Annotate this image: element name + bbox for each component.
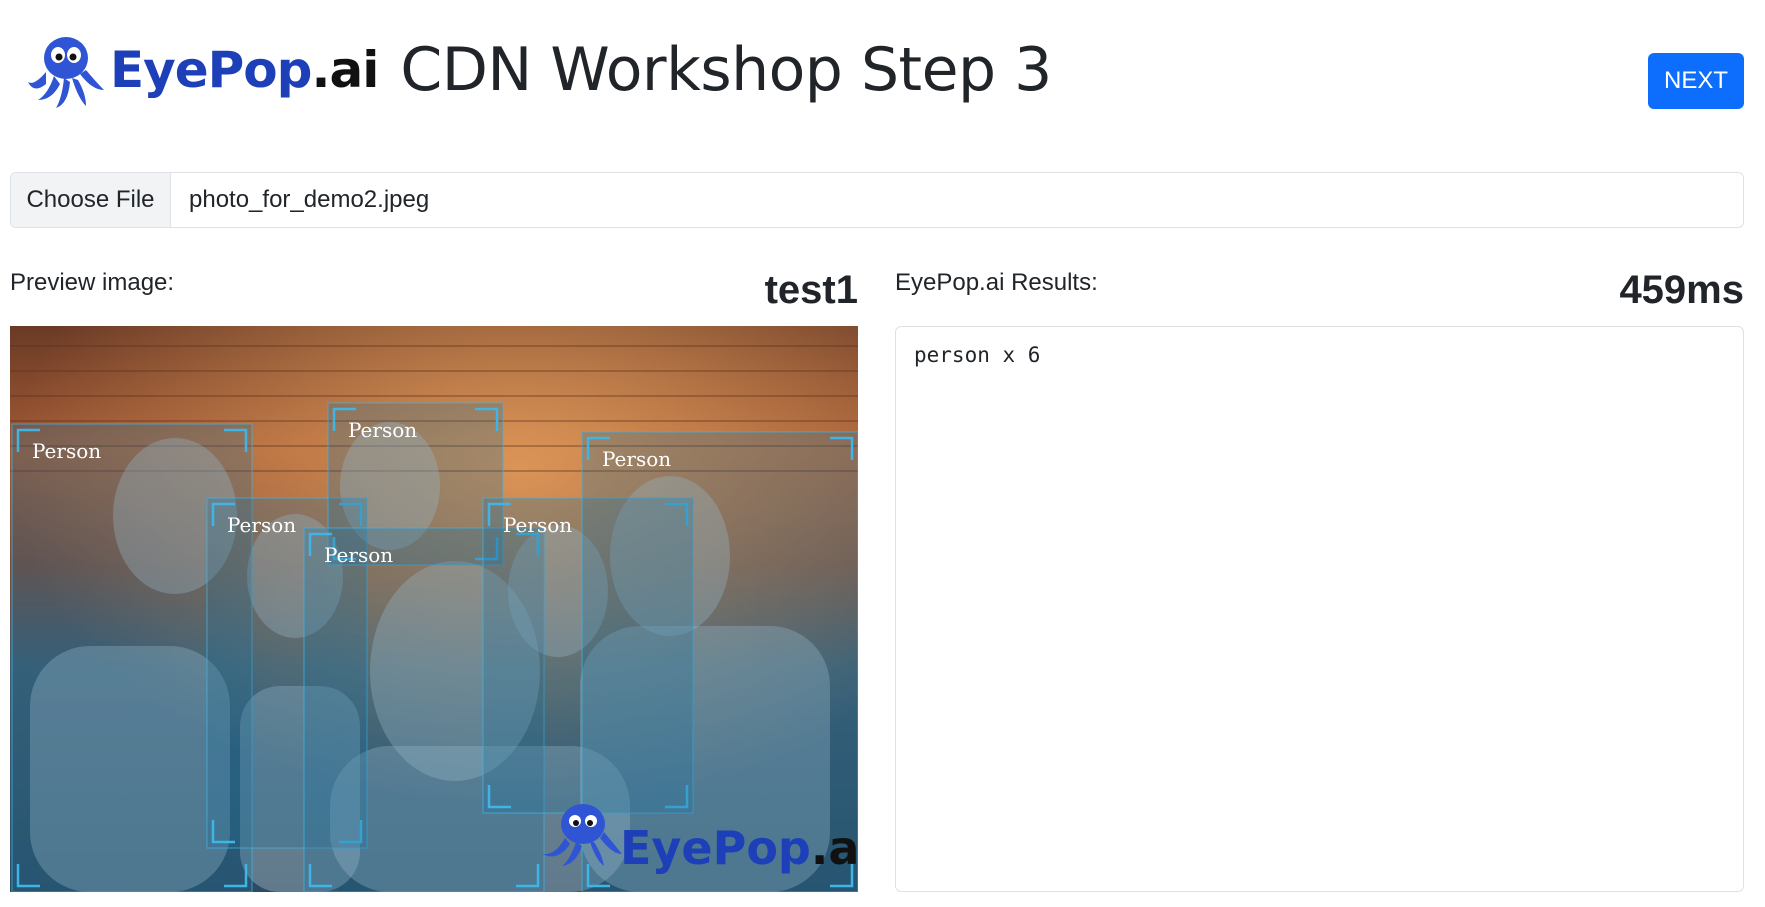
preview-label: Preview image: — [10, 269, 175, 296]
file-name-text: photo_for_demo2.jpeg — [189, 186, 430, 213]
logo-ai-text: .ai — [311, 41, 379, 99]
next-button[interactable]: NEXT — [1648, 53, 1744, 109]
eyepop-logo: EyePop.ai — [24, 28, 379, 112]
octopus-logo-icon — [28, 37, 104, 108]
detection-label: Person — [324, 543, 393, 567]
detection-boxes: Person Person Person Person Person Person — [11, 402, 858, 892]
choose-file-button[interactable]: Choose File — [11, 173, 171, 227]
preview-name: test1 — [764, 268, 858, 312]
detection-label: Person — [32, 439, 101, 463]
watermark-main: EyePop — [620, 821, 811, 875]
logo-wordmark: EyePop.ai — [110, 45, 379, 95]
results-label: EyePop.ai Results: — [895, 269, 1098, 296]
page: EyePop.ai CDN Workshop Step 3 NEXT Choos… — [0, 0, 1765, 907]
detection-label: Person — [503, 513, 572, 537]
detection-label: Person — [348, 418, 417, 442]
detection-label: Person — [602, 447, 671, 471]
results-column: EyePop.ai Results: 459ms person x 6 — [895, 262, 1744, 892]
preview-column: Preview image: test1 Person Person Perso… — [10, 262, 858, 892]
header: EyePop.ai CDN Workshop Step 3 NEXT — [24, 28, 1744, 112]
results-time: 459ms — [1619, 268, 1744, 312]
watermark-suffix: .ai — [811, 821, 858, 875]
file-input[interactable]: Choose File photo_for_demo2.jpeg — [10, 172, 1744, 228]
results-header: EyePop.ai Results: 459ms — [895, 262, 1744, 324]
page-title: CDN Workshop Step 3 — [400, 35, 1052, 105]
preview-image: Person Person Person Person Person Person Eye… — [10, 326, 858, 892]
preview-header: Preview image: test1 — [10, 262, 858, 324]
watermark-text: EyePop.ai — [620, 821, 858, 875]
results-output: person x 6 — [895, 326, 1744, 892]
logo-eyepop-text: EyePop — [110, 41, 312, 99]
preview-image-canvas: Person Person Person Person Person Person Eye… — [10, 326, 858, 892]
detection-label: Person — [227, 513, 296, 537]
